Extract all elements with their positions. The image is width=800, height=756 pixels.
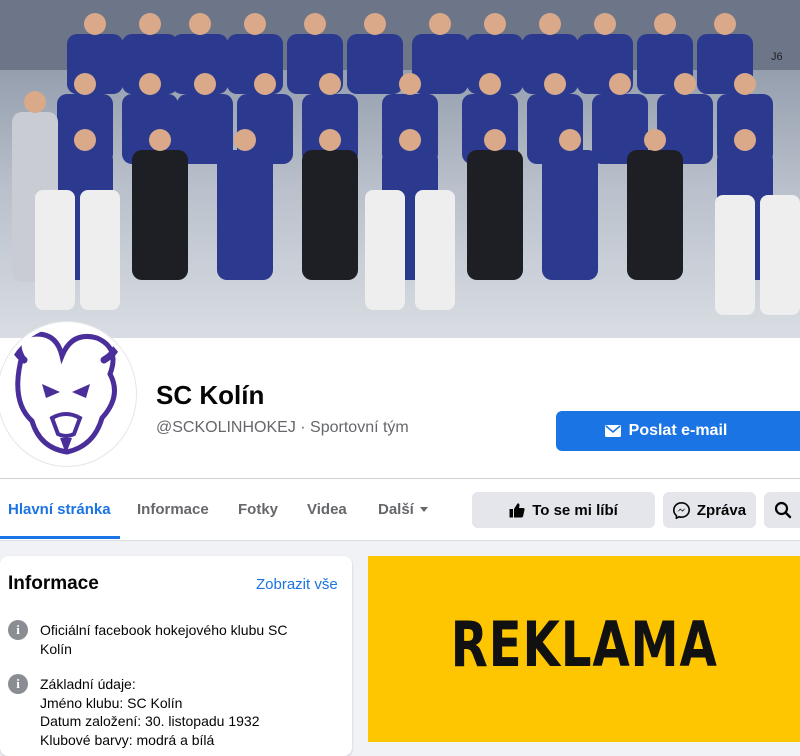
ad-text: REKLAMA [450,607,718,681]
tab-videos[interactable]: Videa [307,479,347,539]
rink-marker-label: J6 [771,51,783,63]
tab-more-label: Další [378,500,414,518]
send-email-button[interactable]: Poslat e-mail [556,411,800,451]
envelope-icon [604,425,621,437]
search-button[interactable] [764,492,800,528]
search-icon [774,501,792,519]
like-button-label: To se mi líbí [532,501,618,519]
info-description-text: Oficiální facebook hokejového klubu SC K… [40,622,288,657]
info-line: Jméno klubu: SC Kolín [40,694,183,711]
send-email-label: Poslat e-mail [628,422,728,439]
tab-photos-label: Fotky [238,500,279,518]
tab-photos[interactable]: Fotky [238,479,278,539]
info-row-basic: i Základní údaje: Jméno klubu: SC Kolín … [8,674,320,749]
info-line: Klubové barvy: modrá a bílá [40,731,215,748]
info-card-title: Informace [8,573,99,594]
tab-more[interactable]: Další [378,479,428,539]
message-button[interactable]: Zpráva [663,492,756,528]
see-all-link[interactable]: Zobrazit vše [256,576,338,593]
goat-logo-icon [9,328,121,455]
like-button[interactable]: To se mi líbí [472,492,655,528]
message-button-label: Zpráva [696,501,747,519]
info-icon: i [8,620,28,640]
ad-banner[interactable]: REKLAMA [368,556,800,742]
page-handle-category: @SCKOLINHOKEJ · Sportovní tým [156,419,409,436]
tab-home-label: Hlavní stránka [8,500,111,518]
tab-videos-label: Videa [307,500,347,518]
info-line: Datum založení: 30. listopadu 1932 [40,713,260,729]
thumbs-up-icon [509,503,525,518]
info-icon: i [8,674,28,694]
page-title: SC Kolín [156,380,265,410]
tab-about-label: Informace [137,500,209,518]
chevron-down-icon [419,506,428,512]
profile-avatar[interactable] [0,322,136,466]
info-line: Základní údaje: [40,676,136,692]
tab-home[interactable]: Hlavní stránka [8,479,111,539]
active-tab-indicator [0,536,120,539]
cover-photo[interactable]: J6 [0,0,800,338]
messenger-icon [672,501,690,519]
tab-about[interactable]: Informace [137,479,209,539]
info-row-description: i Oficiální facebook hokejového klubu SC… [8,620,320,658]
